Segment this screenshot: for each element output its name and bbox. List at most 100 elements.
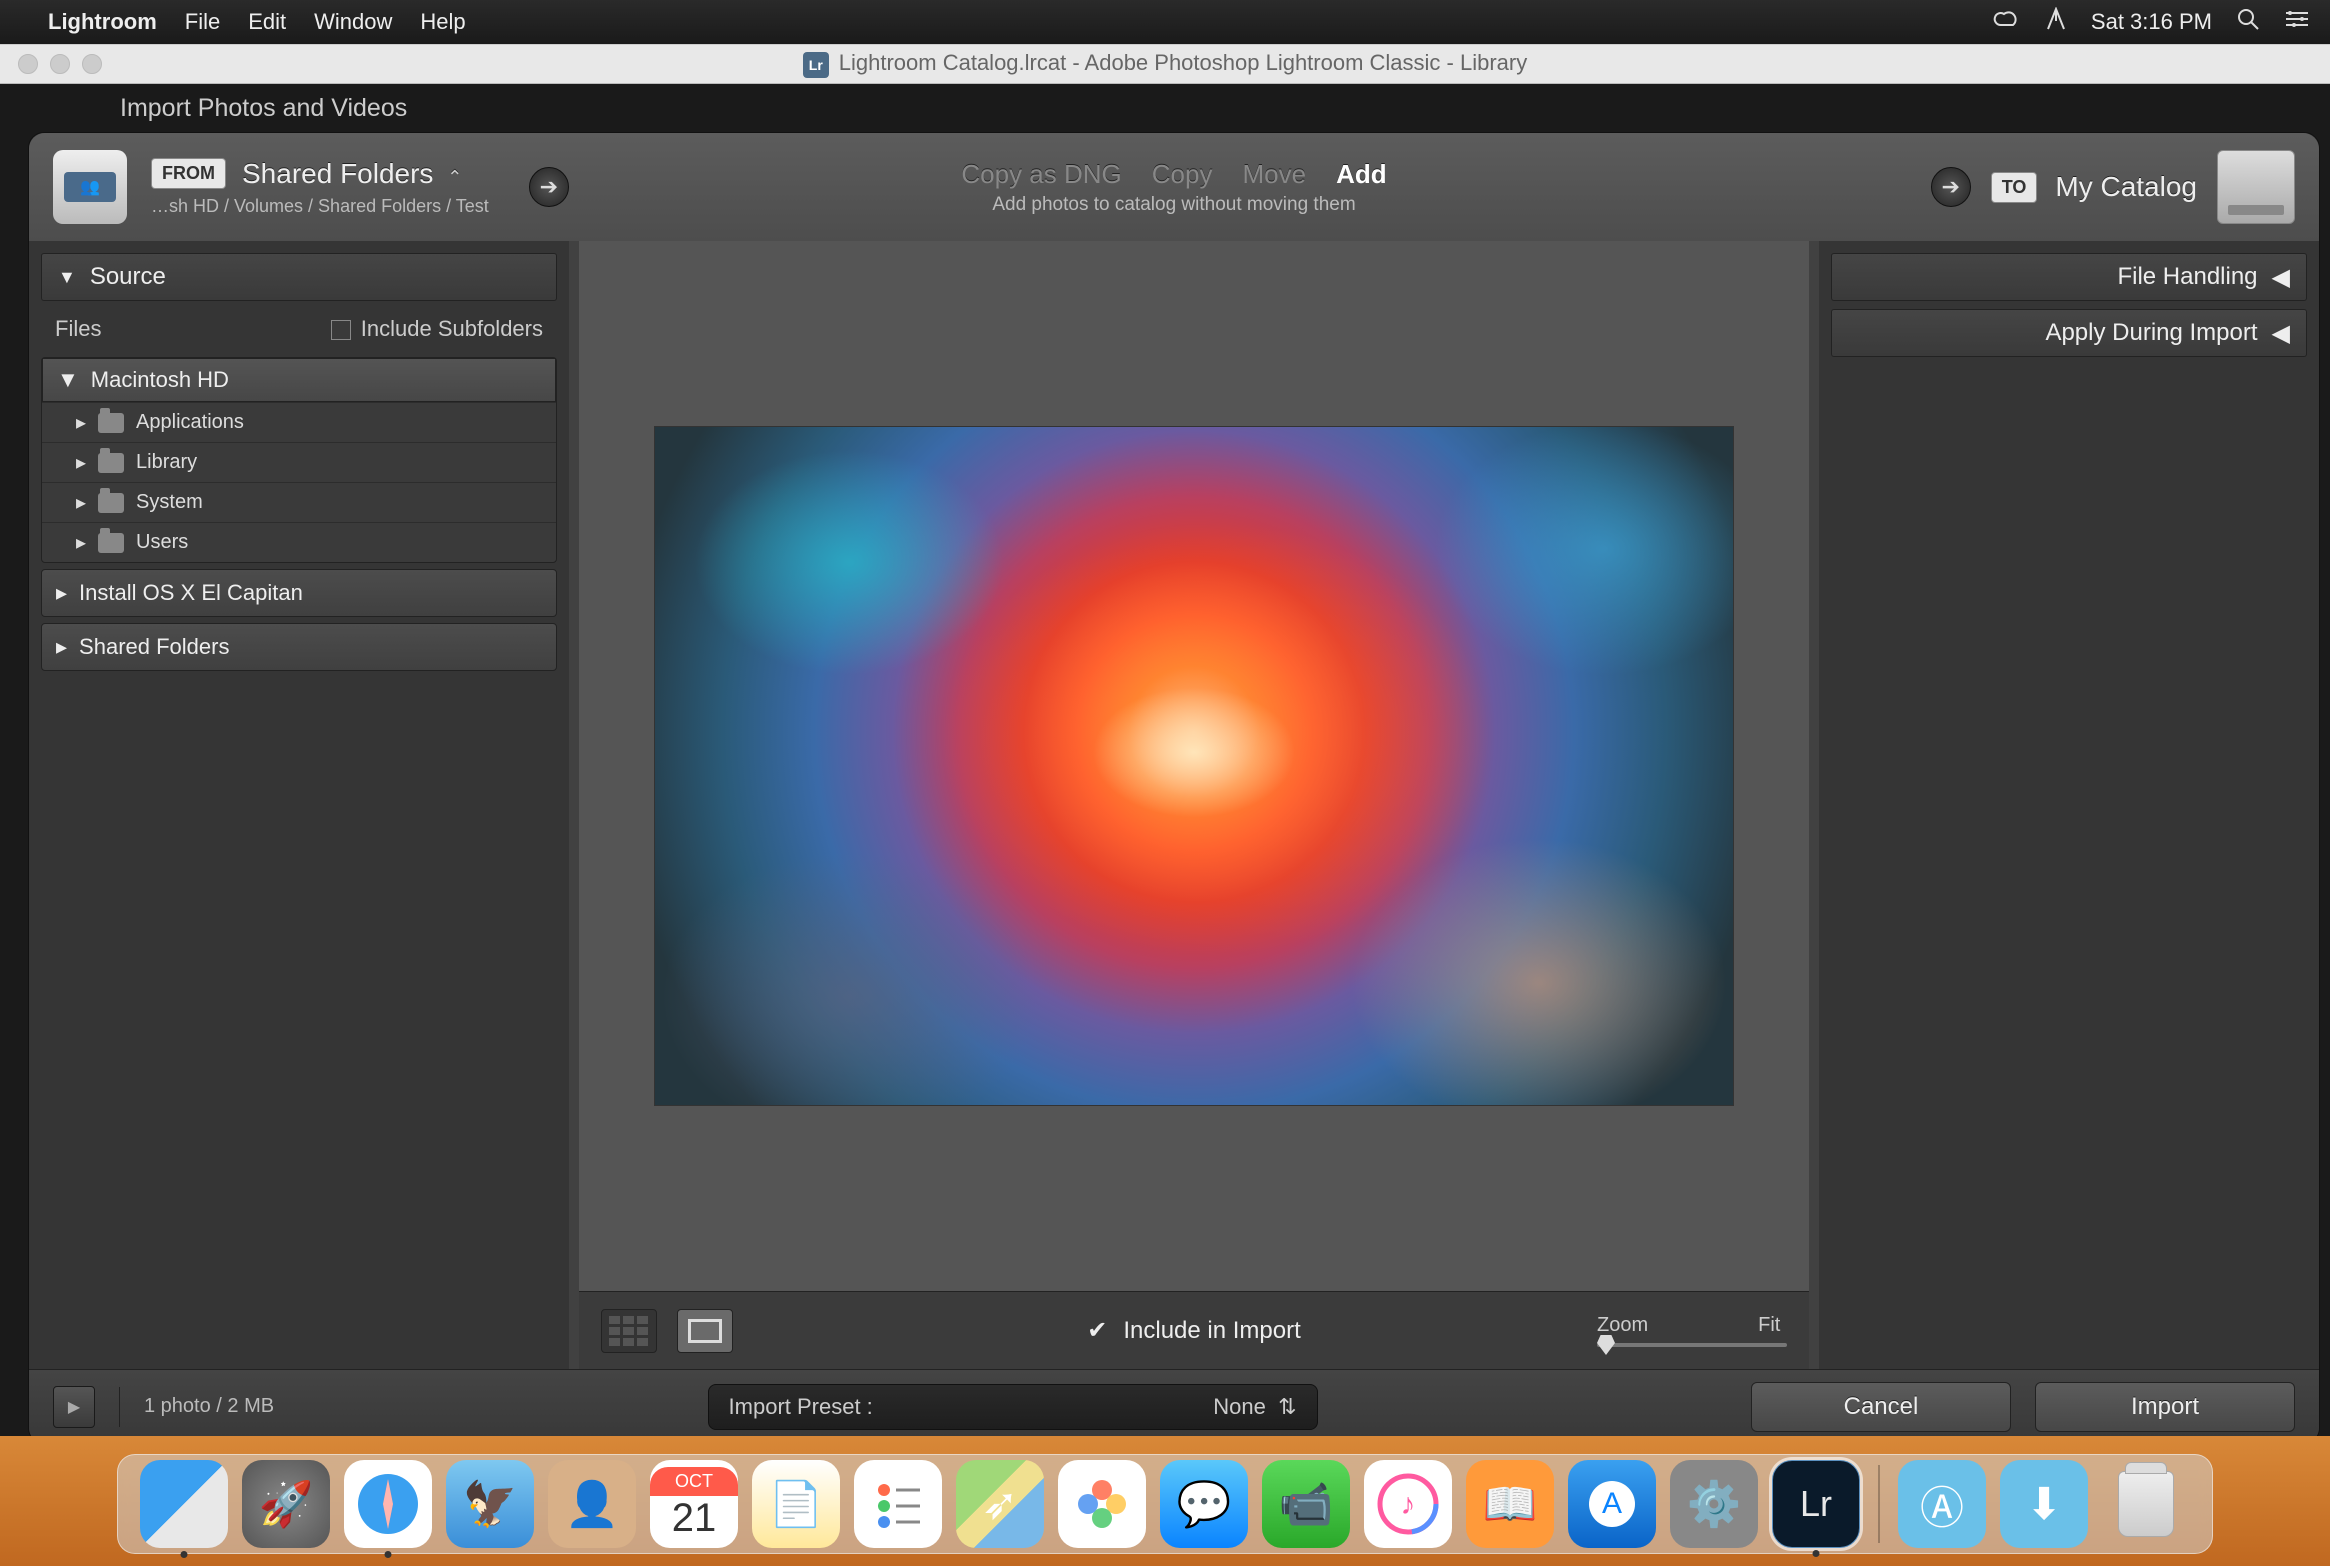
include-subfolders-toggle[interactable]: Include Subfolders [331,316,543,342]
app-menu[interactable]: Lightroom [48,9,157,35]
tree-volume-macintosh-hd[interactable]: ▼Macintosh HD [42,358,556,402]
chevron-right-icon: ▸ [56,580,67,606]
status-icon[interactable] [2045,7,2067,37]
preview-panel: ✔ Include in Import Zoom Fit [569,241,1819,1369]
tree-folder[interactable]: ▸Library [42,442,556,482]
source-picker[interactable]: Shared Folders ⌃ [242,158,462,190]
chevron-down-icon: ▼ [57,367,79,393]
preview-area [579,241,1809,1291]
minimize-import-button[interactable]: ▶ [53,1386,95,1428]
tree-volume-install-osx[interactable]: ▸Install OS X El Capitan [41,569,557,617]
folder-icon [98,493,124,513]
to-badge: TO [1991,172,2038,203]
cancel-button[interactable]: Cancel [1751,1382,2011,1432]
dock-contacts-icon[interactable]: 👤 [548,1460,636,1548]
zoom-slider[interactable] [1597,1343,1787,1347]
macos-menubar: Lightroom File Edit Window Help Sat 3:16… [0,0,2330,44]
collapse-icon: ▼ [58,267,76,288]
dock-lightroom-icon[interactable]: Lr [1772,1460,1860,1548]
dock-settings-icon[interactable]: ⚙️ [1670,1460,1758,1548]
dock-folder-downloads-icon[interactable]: ⬇ [2000,1460,2088,1548]
include-in-import-toggle[interactable]: ✔ Include in Import [1087,1316,1301,1345]
dest-arrow-button[interactable]: ➔ [1931,167,1971,207]
tree-volume-shared-folders[interactable]: ▸Shared Folders [41,623,557,671]
dock-trash-icon[interactable] [2102,1460,2190,1548]
svg-text:A: A [1602,1487,1622,1520]
source-panel: ▼Source Files Include Subfolders ▼Macint… [29,241,569,1369]
mode-copy[interactable]: Copy [1152,159,1213,190]
dock-folder-apps-icon[interactable]: Ⓐ [1898,1460,1986,1548]
tree-folder[interactable]: ▸System [42,482,556,522]
dock-facetime-icon[interactable]: 📹 [1262,1460,1350,1548]
dock-safari-icon[interactable] [344,1460,432,1548]
chevron-right-icon: ▸ [76,450,86,475]
from-badge: FROM [151,158,226,189]
dock-notes-icon[interactable]: 📄 [752,1460,840,1548]
apply-during-import-panel-header[interactable]: Apply During Import◀ [1831,309,2307,357]
folder-icon [98,453,124,473]
import-header: 👥 FROM Shared Folders ⌃ …sh HD / Volumes… [29,133,2319,241]
minimize-window-button[interactable] [50,54,70,74]
source-panel-header[interactable]: ▼Source [41,253,557,301]
check-icon: ✔ [1087,1316,1107,1345]
dock-mail-icon[interactable]: 🦅 [446,1460,534,1548]
mode-add[interactable]: Add [1336,159,1387,190]
folder-icon [98,533,124,553]
background-panel-title: Import Photos and Videos [120,94,407,123]
collapse-icon: ◀ [2272,263,2290,292]
control-center-icon[interactable] [2284,9,2310,35]
chevron-right-icon: ▸ [76,530,86,555]
traffic-lights [18,54,102,74]
collapse-icon: ◀ [2272,319,2290,348]
dock-finder-icon[interactable] [140,1460,228,1548]
preview-toolbar: ✔ Include in Import Zoom Fit [579,1291,1809,1369]
dock-maps-icon[interactable]: ➶ [956,1460,1044,1548]
grid-view-button[interactable] [601,1309,657,1353]
dest-picker[interactable]: My Catalog [2055,171,2197,203]
menubar-clock[interactable]: Sat 3:16 PM [2091,9,2212,35]
dock-messages-icon[interactable]: 💬 [1160,1460,1248,1548]
source-path: …sh HD / Volumes / Shared Folders / Test [151,196,489,217]
svg-text:♪: ♪ [1401,1488,1416,1521]
mode-move[interactable]: Move [1242,159,1306,190]
spotlight-icon[interactable] [2236,7,2260,37]
photo-thumbnail[interactable] [654,426,1734,1106]
right-panels: File Handling◀ Apply During Import◀ [1819,241,2319,1369]
import-dialog: 👥 FROM Shared Folders ⌃ …sh HD / Volumes… [28,132,2320,1444]
window-titlebar: LrLightroom Catalog.lrcat - Adobe Photos… [0,44,2330,84]
import-button[interactable]: Import [2035,1382,2295,1432]
loupe-view-button[interactable] [677,1309,733,1353]
creative-cloud-icon[interactable] [1993,9,2021,35]
dock-reminders-icon[interactable] [854,1460,942,1548]
source-arrow-button[interactable]: ➔ [529,167,569,207]
dock-calendar-icon[interactable]: OCT21 [650,1460,738,1548]
mode-subtitle: Add photos to catalog without moving the… [961,194,1386,216]
import-preset-picker[interactable]: Import Preset : None ⇅ [708,1384,1318,1430]
zoom-label: Zoom [1597,1314,1648,1337]
mode-copy-as-dng[interactable]: Copy as DNG [961,159,1121,190]
menu-help[interactable]: Help [420,9,465,35]
dock-appstore-icon[interactable]: A [1568,1460,1656,1548]
close-window-button[interactable] [18,54,38,74]
dock-photos-icon[interactable] [1058,1460,1146,1548]
menu-edit[interactable]: Edit [248,9,286,35]
zoom-window-button[interactable] [82,54,102,74]
dest-drive-icon[interactable] [2217,150,2295,224]
fit-label[interactable]: Fit [1758,1314,1780,1337]
files-label: Files [55,316,101,342]
dock-ibooks-icon[interactable]: 📖 [1466,1460,1554,1548]
menu-window[interactable]: Window [314,9,392,35]
source-volume-icon[interactable]: 👥 [53,150,127,224]
folder-icon [98,413,124,433]
chevron-right-icon: ▸ [76,490,86,515]
import-count: 1 photo / 2 MB [144,1395,274,1418]
import-footer: ▶ 1 photo / 2 MB Import Preset : None ⇅ … [29,1369,2319,1443]
menu-file[interactable]: File [185,9,220,35]
file-handling-panel-header[interactable]: File Handling◀ [1831,253,2307,301]
dock-itunes-icon[interactable]: ♪ [1364,1460,1452,1548]
dock-launchpad-icon[interactable]: 🚀 [242,1460,330,1548]
tree-folder[interactable]: ▸Users [42,522,556,562]
window-title: LrLightroom Catalog.lrcat - Adobe Photos… [0,50,2330,77]
source-tree: ▼Macintosh HD ▸Applications ▸Library ▸Sy… [41,357,557,563]
tree-folder[interactable]: ▸Applications [42,402,556,442]
